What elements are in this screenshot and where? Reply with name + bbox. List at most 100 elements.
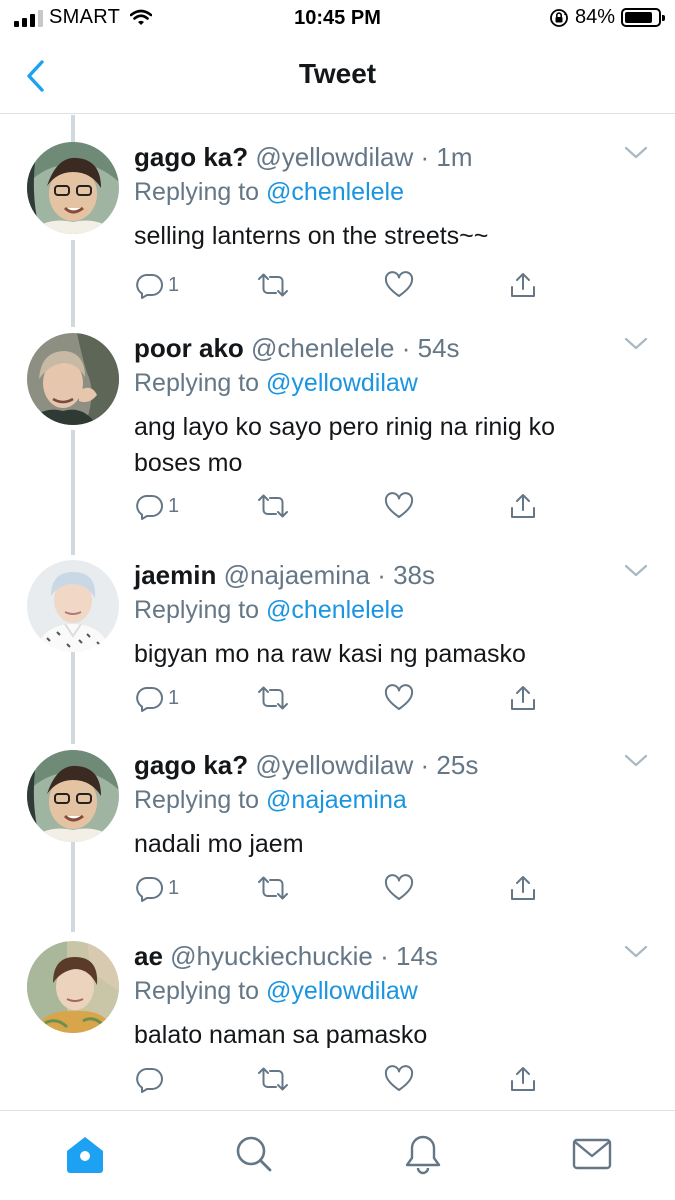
user-handle[interactable]: @najaemina [224,560,370,590]
chevron-down-icon[interactable] [623,943,649,961]
retweet-button[interactable] [256,486,290,526]
tweet-text: balato naman sa pamasko [134,1021,428,1049]
share-button[interactable] [508,1059,538,1099]
status-bar: SMART 10:45 PM 84% [0,0,675,38]
like-button[interactable] [384,265,414,305]
heart-icon [384,684,414,710]
replying-to-handle[interactable]: @yellowdilaw [266,977,418,1005]
replying-to: Replying to @chenlelele [134,178,404,207]
retweet-button[interactable] [256,265,290,305]
comment-icon [136,1068,163,1093]
tweet[interactable]: poor ako @chenlelele · 54s Replying to @… [0,333,675,523]
user-handle[interactable]: @yellowdilaw [255,750,413,780]
replying-to-label: Replying to [134,977,260,1005]
display-name[interactable]: ae [134,941,163,971]
tweet-header: jaemin @najaemina · 38s [134,560,435,591]
avatar[interactable] [27,333,119,425]
tweet-actions: 1 [134,486,554,526]
like-button[interactable] [384,486,414,526]
retweet-icon [258,686,288,710]
replying-to: Replying to @najaemina [134,786,407,815]
reply-count: 1 [168,273,180,296]
like-button[interactable] [384,678,414,718]
chevron-down-icon[interactable] [623,335,649,353]
reply-count: 1 [168,686,180,709]
tweet-actions: 1 [134,868,554,908]
tab-home[interactable] [60,1129,110,1179]
heart-icon [384,874,414,900]
replying-to-handle[interactable]: @chenlelele [266,596,404,624]
reply-button[interactable] [134,1059,168,1099]
tweet-text: selling lanterns on the streets~~ [134,222,489,250]
user-handle[interactable]: @chenlelele [251,333,394,363]
reply-button[interactable]: 1 [134,678,179,718]
tweet[interactable]: jaemin @najaemina · 38s Replying to @che… [0,560,675,725]
tweet[interactable]: ae @hyuckiechuckie · 14s Replying to @ye… [0,941,675,1106]
bell-icon [405,1135,441,1175]
share-icon [511,876,535,900]
share-button[interactable] [508,486,538,526]
orientation-lock-icon [550,8,568,27]
display-name[interactable]: gago ka? [134,142,248,172]
header: Tweet [0,40,675,114]
reply-button[interactable]: 1 [134,265,179,305]
avatar[interactable] [27,750,119,842]
replying-to-label: Replying to [134,786,260,814]
tweet-header: gago ka? @yellowdilaw · 25s [134,750,478,781]
retweet-button[interactable] [256,678,290,718]
tweet-text: ang layo ko sayo pero rinig na rinig ko … [134,413,556,477]
user-handle[interactable]: @hyuckiechuckie [170,941,373,971]
avatar[interactable] [27,941,119,1033]
display-name[interactable]: jaemin [134,560,216,590]
chevron-down-icon[interactable] [623,562,649,580]
tab-bar [0,1110,675,1200]
heart-icon [384,492,414,518]
display-name[interactable]: gago ka? [134,750,248,780]
share-button[interactable] [508,868,538,908]
share-button[interactable] [508,265,538,305]
tab-search[interactable] [229,1129,279,1179]
display-name[interactable]: poor ako [134,333,244,363]
retweet-button[interactable] [256,868,290,908]
user-handle[interactable]: @yellowdilaw [255,142,413,172]
status-right: 84% [549,6,665,29]
share-icon [511,686,535,710]
share-icon [511,494,535,518]
tweet-text: bigyan mo na raw kasi ng pamasko [134,640,526,668]
mail-icon [572,1138,612,1170]
like-button[interactable] [384,1059,414,1099]
replying-to-handle[interactable]: @chenlelele [266,178,404,206]
replying-to: Replying to @chenlelele [134,596,404,625]
tweet-header: gago ka? @yellowdilaw · 1m [134,142,473,173]
tweet-actions: 1 [134,265,554,305]
share-button[interactable] [508,678,538,718]
replying-to-label: Replying to [134,369,260,397]
tab-notifications[interactable] [398,1129,448,1179]
comment-icon [136,877,163,902]
tweet-actions [134,1059,554,1099]
chevron-down-icon[interactable] [623,752,649,770]
home-icon [67,1137,103,1173]
avatar[interactable] [27,142,119,234]
replying-to-handle[interactable]: @najaemina [266,786,407,814]
thread-connector [71,115,75,145]
tab-messages[interactable] [567,1129,617,1179]
reply-button[interactable]: 1 [134,486,179,526]
like-button[interactable] [384,868,414,908]
share-icon [511,273,535,297]
tweet-time: · 1m [420,142,473,172]
tweet[interactable]: gago ka? @yellowdilaw · 25s Replying to … [0,750,675,910]
tweet-time: · 25s [420,750,479,780]
comment-icon [136,687,163,712]
retweet-button[interactable] [256,1059,290,1099]
reply-button[interactable]: 1 [134,868,179,908]
replying-to-handle[interactable]: @yellowdilaw [266,369,418,397]
battery-percentage: 84% [574,6,615,28]
avatar[interactable] [27,560,119,652]
battery-icon [621,8,665,27]
tweet-actions: 1 [134,678,554,718]
tweet[interactable]: gago ka? @yellowdilaw · 1m Replying to @… [0,142,675,302]
heart-icon [384,271,414,297]
chevron-down-icon[interactable] [623,144,649,162]
page-title: Tweet [298,58,377,89]
